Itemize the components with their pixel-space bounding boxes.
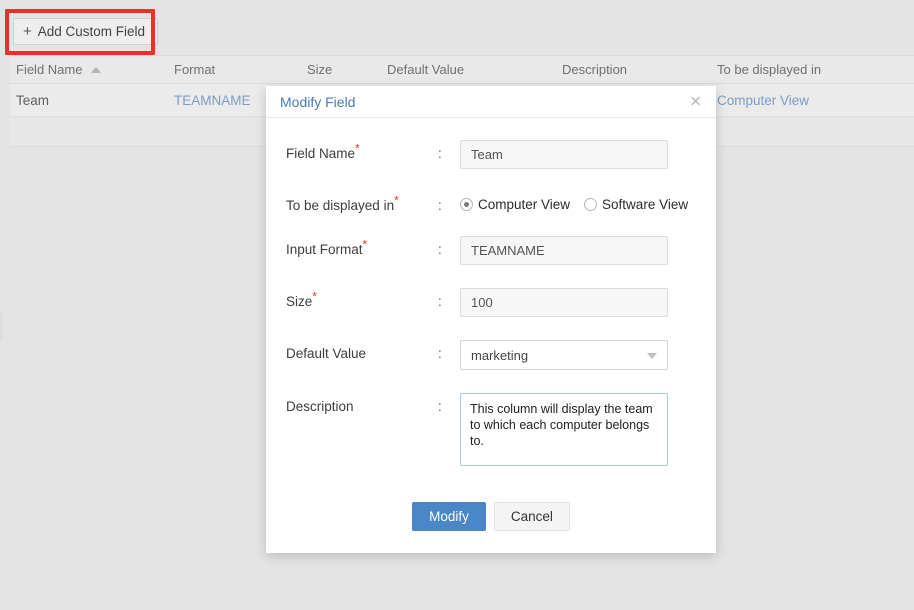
- column-header-to-be-displayed-in[interactable]: To be displayed in: [711, 62, 901, 77]
- left-edge-marker: [0, 312, 3, 341]
- table-header-row: Field Name Format Size Default Value Des…: [10, 55, 914, 84]
- dialog-footer: Modify Cancel: [266, 494, 716, 553]
- label-size: Size*: [286, 288, 438, 309]
- toolbar: + Add Custom Field: [0, 0, 914, 55]
- radio-selected-icon[interactable]: [460, 198, 473, 211]
- input-format-input[interactable]: [460, 236, 668, 265]
- required-marker: *: [312, 290, 317, 304]
- form-row-size: Size* :: [266, 288, 716, 317]
- add-custom-field-label: Add Custom Field: [38, 24, 145, 39]
- dialog-header: Modify Field ✕: [266, 86, 716, 118]
- label-field-name: Field Name*: [286, 140, 438, 161]
- column-header-format[interactable]: Format: [168, 62, 301, 77]
- column-header-size-label: Size: [307, 62, 332, 77]
- separator-colon: :: [438, 236, 460, 257]
- field-wrap-field-name: [460, 140, 716, 169]
- field-wrap-description: This column will display the team to whi…: [460, 393, 716, 471]
- separator-colon: :: [438, 140, 460, 161]
- column-header-size[interactable]: Size: [301, 62, 381, 77]
- required-marker: *: [363, 238, 368, 252]
- cancel-button[interactable]: Cancel: [494, 502, 570, 531]
- sort-ascending-icon[interactable]: [91, 67, 101, 73]
- label-default-value-text: Default Value: [286, 346, 366, 361]
- view-radio-group: Computer View Software View: [460, 192, 716, 212]
- label-input-format: Input Format*: [286, 236, 438, 257]
- separator-colon: :: [438, 340, 460, 361]
- form-row-description: Description : This column will display t…: [266, 393, 716, 471]
- column-header-default-value[interactable]: Default Value: [381, 62, 556, 77]
- radio-option-computer-view[interactable]: Computer View: [460, 197, 570, 212]
- field-wrap-size: [460, 288, 716, 317]
- separator-colon: :: [438, 288, 460, 309]
- form-row-to-be-displayed-in: To be displayed in* : Computer View Soft…: [266, 192, 716, 213]
- column-header-format-label: Format: [174, 62, 215, 77]
- field-wrap-input-format: [460, 236, 716, 265]
- label-default-value: Default Value: [286, 340, 438, 361]
- required-marker: *: [355, 142, 360, 156]
- page-root: + Add Custom Field Field Name Format Siz…: [0, 0, 914, 610]
- field-name-input[interactable]: [460, 140, 668, 169]
- column-header-description[interactable]: Description: [556, 62, 711, 77]
- radio-option-software-view-label: Software View: [602, 197, 688, 212]
- label-size-text: Size: [286, 294, 312, 309]
- default-value-select[interactable]: [460, 340, 668, 370]
- label-to-be-displayed-in: To be displayed in*: [286, 192, 438, 213]
- column-header-default-value-label: Default Value: [387, 62, 464, 77]
- column-header-field-name[interactable]: Field Name: [10, 62, 168, 77]
- dialog-body: Field Name* : To be displayed in* : Comp…: [266, 118, 716, 553]
- size-input[interactable]: [460, 288, 668, 317]
- dialog-title: Modify Field: [280, 94, 355, 110]
- close-icon[interactable]: ✕: [685, 92, 706, 111]
- modify-field-dialog: Modify Field ✕ Field Name* : To be displ…: [266, 86, 716, 553]
- label-input-format-text: Input Format: [286, 242, 363, 257]
- field-wrap-to-be-displayed-in: Computer View Software View: [460, 192, 716, 212]
- required-marker: *: [394, 194, 399, 208]
- column-header-field-name-label: Field Name: [16, 62, 82, 77]
- form-row-field-name: Field Name* :: [266, 140, 716, 169]
- description-textarea[interactable]: This column will display the team to whi…: [460, 393, 668, 466]
- cell-field-name: Team: [10, 93, 168, 108]
- radio-option-software-view[interactable]: Software View: [584, 197, 688, 212]
- label-to-be-displayed-in-text: To be displayed in: [286, 198, 394, 213]
- plus-icon: +: [23, 24, 32, 39]
- column-header-description-label: Description: [562, 62, 627, 77]
- radio-unselected-icon[interactable]: [584, 198, 597, 211]
- separator-colon: :: [438, 192, 460, 213]
- form-row-default-value: Default Value :: [266, 340, 716, 370]
- radio-option-computer-view-label: Computer View: [478, 197, 570, 212]
- modify-button[interactable]: Modify: [412, 502, 486, 531]
- cell-to-be-displayed-in[interactable]: Computer View: [711, 93, 901, 108]
- form-row-input-format: Input Format* :: [266, 236, 716, 265]
- column-header-to-be-displayed-in-label: To be displayed in: [717, 62, 821, 77]
- separator-colon: :: [438, 393, 460, 414]
- default-value-input[interactable]: [460, 340, 668, 370]
- label-description: Description: [286, 393, 438, 414]
- label-field-name-text: Field Name: [286, 146, 355, 161]
- add-custom-field-button[interactable]: + Add Custom Field: [13, 18, 158, 45]
- field-wrap-default-value: [460, 340, 716, 370]
- label-description-text: Description: [286, 399, 354, 414]
